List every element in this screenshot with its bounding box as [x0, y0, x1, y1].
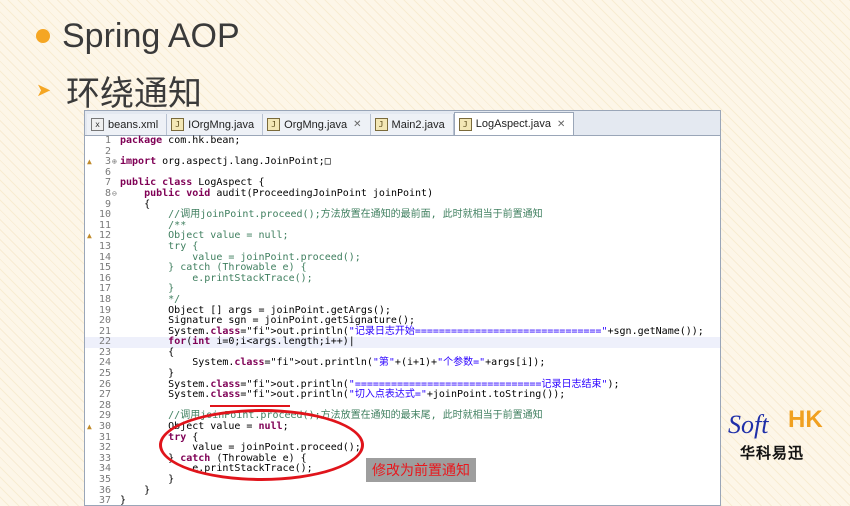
line-number: 37 [98, 495, 111, 506]
code-text: } [120, 495, 127, 506]
code-line[interactable]: 16 e.printStackTrace(); [85, 273, 720, 285]
fold-toggle-icon[interactable]: ⊖ [112, 189, 120, 200]
code-line[interactable]: 1 package com.hk.bean; [85, 135, 720, 147]
editor-tab-bar: x beans.xml J IOrgMng.java J OrgMng.java… [85, 111, 720, 136]
bullet-dot-icon [36, 29, 50, 43]
code-text: */ [120, 293, 181, 305]
tab-orgmng-java[interactable]: J OrgMng.java ✕ [263, 114, 371, 135]
code-line[interactable]: 24 System.class="fi">out.println("第"+(i+… [85, 358, 720, 369]
tab-label: beans.xml [108, 118, 159, 131]
tab-label: LogAspect.java [475, 118, 551, 130]
code-line[interactable]: ▲ 3 ⊕ import org.aspectj.lang.JoinPoint;□ [85, 156, 720, 168]
xml-file-icon: x [91, 118, 104, 131]
code-text: } [120, 474, 175, 485]
arrow-bullet-icon: ➤ [36, 79, 52, 101]
code-line[interactable]: 36 } [85, 485, 720, 497]
logo-cn-text: 华科易迅 [740, 444, 805, 462]
tab-label: Main2.java [391, 118, 445, 131]
code-line[interactable]: 17 } [85, 284, 720, 295]
logo-hk-text: HK [788, 406, 823, 433]
code-text: System.class="fi">out.println("切入点表达式="+… [120, 389, 566, 401]
tab-main2-java[interactable]: J Main2.java [370, 114, 454, 135]
annotation-callout: 修改为前置通知 [366, 458, 476, 482]
line-number: 35 [98, 474, 111, 485]
close-icon[interactable]: ✕ [557, 119, 565, 130]
tab-label: OrgMng.java [284, 118, 348, 131]
code-line[interactable]: 27 System.class="fi">out.println("切入点表达式… [85, 389, 720, 401]
line-number: 8 [104, 187, 111, 199]
slide-title-row: Spring AOP [36, 14, 240, 58]
code-line[interactable]: 18 */ [85, 293, 720, 306]
java-file-icon: J [374, 118, 388, 131]
code-line[interactable]: 8 ⊖ public void audit(ProceedingJoinPoint… [85, 187, 720, 200]
code-text: import org.aspectj.lang.JoinPoint;□ [120, 156, 331, 168]
code-text: package com.hk.bean; [120, 135, 241, 146]
close-icon[interactable]: ✕ [353, 119, 361, 130]
tab-iorgmng-java[interactable]: J IOrgMng.java [167, 114, 264, 135]
java-file-icon: J [267, 118, 281, 131]
tab-label: IOrgMng.java [188, 118, 255, 131]
java-file-icon: J [171, 118, 185, 131]
softhk-logo: Soft HK 华科易迅 [728, 406, 840, 466]
annotation-circle [159, 409, 364, 481]
slide-subtitle-row: ➤ 环绕通知 [36, 68, 202, 114]
code-line[interactable]: 22 for(int i=0;i<args.length;i++)| [85, 336, 720, 348]
tab-logaspect-java[interactable]: J LogAspect.java ✕ [453, 112, 575, 135]
slide-subtitle: 环绕通知 [66, 73, 202, 114]
code-line[interactable]: 37} [85, 495, 720, 506]
fold-toggle-icon[interactable]: ⊕ [112, 157, 120, 168]
code-text: System.class="fi">out.println("第"+(i+1)+… [120, 357, 546, 369]
code-text: public void audit(ProceedingJoinPoint jo… [144, 187, 434, 199]
line-number: 1 [104, 135, 111, 146]
line-number: 13 [98, 240, 111, 252]
annotation-underline [210, 405, 290, 407]
slide-title: Spring AOP [62, 16, 240, 55]
tab-beans-xml[interactable]: x beans.xml [87, 114, 168, 135]
line-number: 18 [98, 293, 111, 305]
java-file-icon: J [458, 117, 472, 131]
logo-soft-text: Soft [728, 410, 769, 439]
